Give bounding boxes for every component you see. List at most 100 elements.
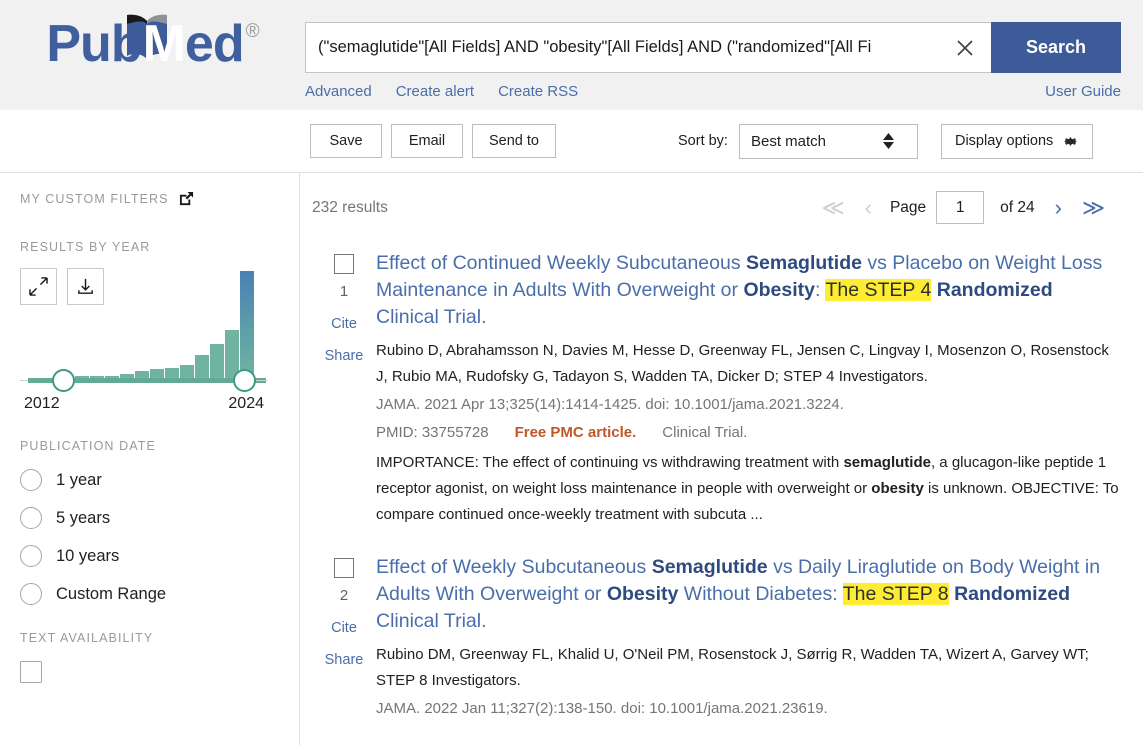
text-fragment: Semaglutide: [651, 556, 768, 578]
my-custom-filters-label: MY CUSTOM FILTERS: [20, 191, 169, 206]
header-links: Advanced Create alert Create RSS User Gu…: [305, 83, 1121, 100]
article-body: Effect of Continued Weekly Subcutaneous …: [376, 250, 1119, 528]
article-result: 2 Cite Share Effect of Weekly Subcutaneous …: [312, 554, 1143, 722]
page-label: Page: [889, 198, 927, 216]
article-authors: Rubino D, Abrahamsson N, Davies M, Hesse…: [376, 342, 1109, 385]
year-range-handle-end[interactable]: [233, 369, 256, 392]
search-results-panel: 232 results ≪ ‹ Page of 24 › ≫ 1 Cite Shar…: [300, 173, 1143, 745]
pubdate-option-label: 10 years: [56, 546, 120, 565]
pubdate-option-label: Custom Range: [56, 584, 167, 603]
chart-year-start: 2012: [24, 395, 60, 412]
logo-m: M: [142, 15, 186, 73]
pubdate-option-5-years[interactable]: 5 years: [20, 507, 299, 529]
logo-text: Pub M ed ®: [46, 14, 260, 73]
chart-bar: [240, 271, 254, 379]
create-alert-link[interactable]: Create alert: [396, 83, 474, 100]
send-to-button[interactable]: Send to: [472, 124, 556, 158]
radio-icon: [20, 507, 42, 529]
sort-by-label: Sort by:: [678, 133, 728, 149]
prev-page-button[interactable]: ‹: [857, 196, 880, 219]
text-fragment: The STEP 8: [842, 583, 949, 605]
publication-date-label: PUBLICATION DATE: [20, 439, 156, 453]
text-fragment: Effect of Weekly Subcutaneous: [376, 556, 652, 578]
text-fragment: Semaglutide: [746, 252, 862, 274]
text-fragment: Clinical Trial.: [376, 306, 487, 328]
display-options-button[interactable]: Display options: [940, 123, 1094, 159]
year-range-handle-start[interactable]: [52, 369, 75, 392]
last-page-button[interactable]: ≫: [1074, 196, 1113, 219]
cite-button[interactable]: Cite: [331, 316, 357, 332]
text-fragment: semaglutide: [843, 454, 931, 471]
article-number: 1: [339, 283, 349, 300]
filters-sidebar: MY CUSTOM FILTERS RESULTS BY YEAR 2012 2…: [0, 173, 300, 745]
text-fragment: IMPORTANCE: The effect of continuing vs …: [376, 454, 844, 471]
share-button[interactable]: Share: [325, 348, 364, 364]
checkbox-icon: [20, 661, 42, 683]
advanced-link[interactable]: Advanced: [305, 83, 372, 100]
text-availability-first-option[interactable]: [20, 661, 299, 683]
article-meta: PMID: 33755728 Free PMC article. Clinical …: [376, 420, 1119, 446]
article-number: 2: [339, 587, 349, 604]
results-by-year-label: RESULTS BY YEAR: [20, 240, 151, 254]
text-fragment: The STEP 4: [825, 279, 932, 301]
save-button[interactable]: Save: [310, 124, 382, 158]
clear-search-button[interactable]: [939, 22, 991, 73]
publication-type-badge: Clinical Trial.: [662, 424, 748, 441]
my-custom-filters-header: MY CUSTOM FILTERS: [20, 191, 299, 206]
axis-tail-right: [256, 380, 268, 381]
article-title-link[interactable]: Effect of Continued Weekly Subcutaneous …: [376, 250, 1119, 331]
article-body: Effect of Weekly Subcutaneous Semaglutid…: [376, 554, 1119, 722]
article-actions: 2 Cite Share: [312, 554, 376, 722]
chart-bar: [180, 364, 194, 379]
close-icon: [957, 39, 973, 56]
email-button[interactable]: Email: [391, 124, 463, 158]
share-button[interactable]: Share: [325, 652, 364, 668]
cite-button[interactable]: Cite: [331, 620, 357, 636]
article-checkbox[interactable]: [334, 558, 354, 578]
search-row: Search: [305, 22, 1121, 73]
text-fragment: obesity: [871, 480, 924, 497]
publication-date-filter: PUBLICATION DATE 1 year 5 years 10 years Cu…: [20, 439, 299, 605]
pubdate-option-label: 5 years: [56, 508, 111, 527]
free-pmc-badge[interactable]: Free PMC article.: [515, 420, 637, 446]
chart-bar: [210, 344, 224, 379]
page-number-input[interactable]: [936, 191, 985, 224]
results-header: 232 results ≪ ‹ Page of 24 › ≫: [312, 191, 1143, 224]
pubdate-option-10-years[interactable]: 10 years: [20, 545, 299, 567]
text-fragment: Without Diabetes:: [678, 583, 843, 605]
search-area: Search Advanced Create alert Create RSS …: [305, 0, 1121, 100]
results-by-year-chart[interactable]: [20, 268, 268, 393]
pubdate-option-1-year[interactable]: 1 year: [20, 469, 299, 491]
results-by-year-section: RESULTS BY YEAR 2012 2024: [20, 240, 299, 413]
search-input[interactable]: [305, 22, 939, 73]
display-options-label: Display options: [954, 133, 1054, 149]
user-guide-link[interactable]: User Guide: [1045, 83, 1121, 100]
next-page-button[interactable]: ›: [1047, 196, 1070, 219]
sort-by-select[interactable]: Best match: [738, 123, 918, 159]
logo-ed: ed: [184, 15, 245, 73]
pubdate-option-label: 1 year: [56, 470, 102, 489]
article-result: 1 Cite Share Effect of Continued Weekly Sub…: [312, 250, 1143, 528]
create-rss-link[interactable]: Create RSS: [498, 83, 578, 100]
text-fragment: Obesity: [606, 583, 679, 605]
text-fragment: Effect of Continued Weekly Subcutaneous: [376, 252, 747, 274]
logo-pub: Pub: [46, 15, 142, 73]
text-fragment: Clinical Trial.: [376, 610, 487, 632]
pubdate-option-custom-range[interactable]: Custom Range: [20, 583, 299, 605]
search-button[interactable]: Search: [991, 22, 1121, 73]
first-page-button[interactable]: ≪: [814, 196, 853, 219]
text-availability-filter: TEXT AVAILABILITY: [20, 631, 299, 683]
chart-bars: [60, 271, 254, 379]
article-checkbox[interactable]: [334, 254, 354, 274]
text-availability-label: TEXT AVAILABILITY: [20, 631, 154, 645]
article-title-link[interactable]: Effect of Weekly Subcutaneous Semaglutid…: [376, 554, 1119, 635]
chevron-updown-icon: [882, 133, 894, 149]
text-fragment: :: [814, 279, 826, 301]
page-total-label: of 24: [1000, 198, 1035, 216]
text-fragment: Randomized: [936, 279, 1053, 301]
chart-year-end: 2024: [228, 395, 264, 412]
article-list: 1 Cite Share Effect of Continued Weekly Sub…: [312, 250, 1143, 722]
pubmed-logo[interactable]: Pub M ed ®: [0, 0, 305, 70]
external-link-icon[interactable]: [179, 191, 194, 206]
article-authors: Rubino DM, Greenway FL, Khalid U, O'Neil…: [376, 646, 1089, 689]
